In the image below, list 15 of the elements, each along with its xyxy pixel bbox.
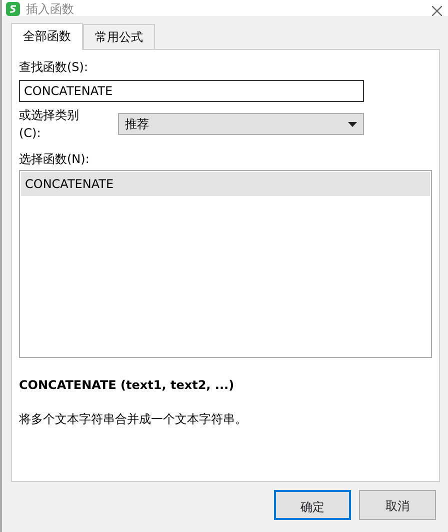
function-signature: CONCATENATE (text1, text2, ...) (19, 377, 236, 394)
tab[interactable]: 常用公式 (83, 24, 155, 49)
search-field[interactable]: CONCATENATE (19, 80, 364, 102)
close-icon[interactable] (432, 6, 442, 16)
tab[interactable]: 全部函数 (11, 23, 83, 50)
function-list-label: 选择函数(N): (19, 151, 90, 168)
search-label: 查找函数(S): (19, 59, 90, 76)
function-item[interactable]: CONCATENATE (21, 172, 430, 196)
caret-icon (348, 122, 357, 126)
ok-button[interactable]: 确定 (274, 490, 351, 520)
window-title: 插入函数 (26, 2, 74, 16)
function-description: 将多个文本字符串合并成一个文本字符串。 (19, 411, 248, 428)
category-label: 或选择类别(C): (19, 107, 80, 142)
cancel-button[interactable]: 取消 (359, 490, 436, 520)
category-dropdown[interactable]: 推荐 (118, 113, 364, 135)
